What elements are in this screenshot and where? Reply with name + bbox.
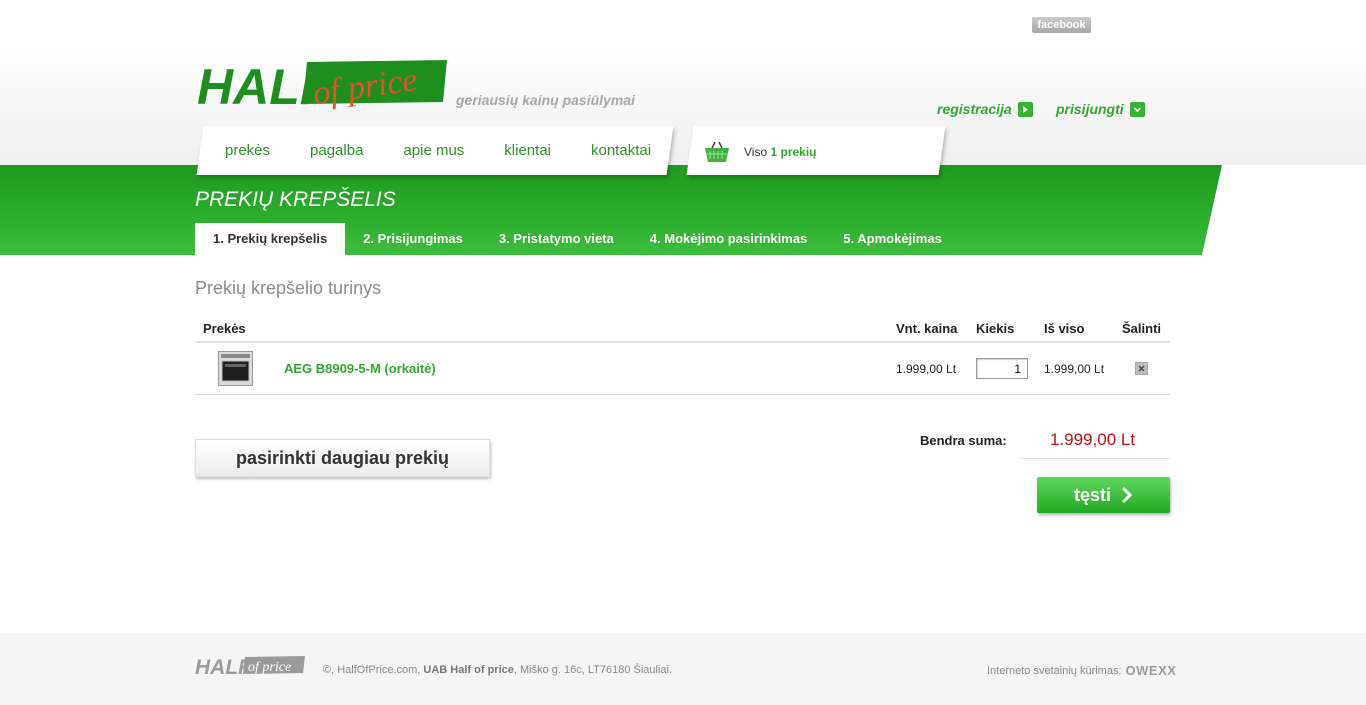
- checkout-steps: 1. Prekių krepšelis 2. Prisijungimas 3. …: [195, 223, 960, 255]
- close-icon: [1138, 365, 1145, 372]
- footer-logo-text-of-price: of price: [248, 660, 291, 675]
- tagline: geriausių kainų pasiūlymai: [456, 92, 635, 108]
- page-title: PREKIŲ KREPŠELIS: [195, 188, 396, 211]
- footer-credit: Interneto svetainių kūrimas: OWEXX: [987, 663, 1176, 678]
- continue-shopping-button[interactable]: pasirinkti daugiau prekių: [195, 439, 490, 477]
- footer-logo[interactable]: HALF of price: [195, 653, 307, 677]
- login-label: prisijungti: [1056, 101, 1124, 117]
- step-payment[interactable]: 5. Apmokėjimas: [825, 223, 960, 255]
- col-header-product: Prekės: [203, 321, 246, 336]
- step-cart[interactable]: 1. Prekių krepšelis: [195, 223, 346, 255]
- col-header-qty: Kiekis: [976, 321, 1015, 336]
- total-sum-label: Bendra suma:: [920, 433, 1007, 448]
- footer-credit-label: Interneto svetainių kūrimas:: [987, 664, 1122, 677]
- remove-item-button[interactable]: [1135, 362, 1148, 375]
- cart-widget[interactable]: Viso 1 prekių: [704, 138, 817, 166]
- nav-item-prekes[interactable]: prekės: [225, 142, 270, 159]
- nav-item-pagalba[interactable]: pagalba: [310, 142, 363, 159]
- row-total: 1.999,00 Lt: [1044, 362, 1105, 376]
- cart-prefix: Viso: [744, 145, 768, 159]
- table-header-divider: [195, 341, 1170, 343]
- footer-copy-prefix: ©, HalfOfPrice.com,: [323, 664, 424, 676]
- arrow-right-icon: [1017, 101, 1033, 117]
- total-sum-value: 1.999,00 Lt: [1050, 430, 1136, 449]
- register-label: registracija: [937, 101, 1012, 117]
- site-logo[interactable]: HALF of price: [195, 48, 450, 118]
- footer-logo-text-half: HALF: [195, 656, 252, 677]
- col-header-remove: Šalinti: [1122, 321, 1162, 336]
- step-delivery[interactable]: 3. Pristatymo vieta: [481, 223, 632, 255]
- table-bottom-divider: [195, 394, 1170, 395]
- continue-button-label: tęsti: [1073, 484, 1111, 505]
- col-header-total: Iš viso: [1044, 321, 1085, 336]
- footer-copy-suffix: , Miško g. 16c, LT76180 Šiauliai.: [513, 664, 673, 676]
- chevron-down-icon: [1129, 101, 1145, 117]
- step-payment-choice[interactable]: 4. Mokėjimo pasirinkimas: [632, 223, 826, 255]
- oven-thumbnail[interactable]: [218, 351, 253, 386]
- nav-item-kontaktai[interactable]: kontaktai: [591, 142, 651, 159]
- nav-item-klientai[interactable]: klientai: [504, 142, 551, 159]
- cart-count: 1 prekių: [770, 145, 817, 159]
- quantity-input[interactable]: [976, 358, 1028, 379]
- nav-item-apie-mus[interactable]: apie mus: [403, 142, 464, 159]
- login-link[interactable]: prisijungti: [1056, 101, 1145, 117]
- main-nav: prekės pagalba apie mus klientai kontakt…: [225, 126, 691, 175]
- total-sum-divider: [1020, 458, 1170, 459]
- unit-price: 1.999,00 Lt: [896, 362, 957, 376]
- basket-icon: [705, 141, 729, 162]
- owexx-link[interactable]: OWEXX: [1126, 663, 1177, 678]
- col-header-unit-price: Vnt. kaina: [896, 321, 958, 336]
- continue-button[interactable]: tęsti: [1037, 477, 1170, 513]
- footer-company: UAB Half of price: [423, 664, 514, 676]
- chevron-right-icon: [1121, 486, 1133, 504]
- facebook-button[interactable]: facebook: [1032, 17, 1091, 33]
- section-title: Prekių krepšelio turinys: [195, 278, 382, 298]
- cart-summary: Viso 1 prekių: [744, 145, 817, 159]
- step-login[interactable]: 2. Prisijungimas: [345, 223, 481, 255]
- product-name-link[interactable]: AEG B8909-5-M (orkaitė): [284, 361, 436, 376]
- register-link[interactable]: registracija: [937, 101, 1033, 117]
- footer-copyright: ©, HalfOfPrice.com, UAB Half of price, M…: [323, 664, 672, 676]
